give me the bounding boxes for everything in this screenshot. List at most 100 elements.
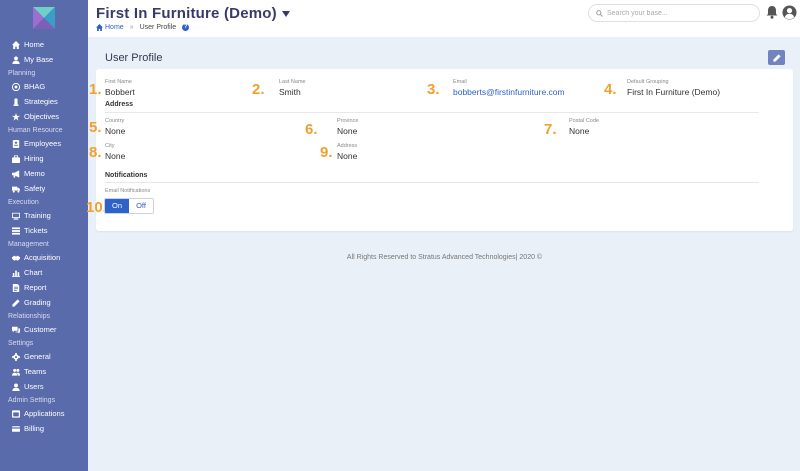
sidebar-section-label: Settings <box>8 340 34 347</box>
postal-code-label: Postal Code <box>569 118 599 124</box>
sidebar-item-chart[interactable]: Chart <box>0 265 88 280</box>
sidebar-item-label: Hiring <box>24 154 44 163</box>
sidebar-item-objectives[interactable]: Objectives <box>0 109 88 124</box>
sidebar-item-label: My Base <box>24 55 54 64</box>
sidebar-item-label: Grading <box>24 298 51 307</box>
last-name-label: Last Name <box>279 79 306 85</box>
sidebar-item-bhag[interactable]: BHAG <box>0 79 88 94</box>
city-value: None <box>105 151 126 161</box>
sidebar-item-memo[interactable]: Memo <box>0 166 88 181</box>
sidebar-item-acquisition[interactable]: Acquisition <box>0 250 88 265</box>
top-header: First In Furniture (Demo) Home » User Pr… <box>88 0 800 37</box>
marker-last-name: 2. <box>252 81 265 98</box>
address-heading: Address <box>105 101 134 108</box>
sidebar-item-training[interactable]: Training <box>0 208 88 223</box>
sidebar-item-hiring[interactable]: Hiring <box>0 151 88 166</box>
sidebar-section-label: Execution <box>8 199 39 206</box>
help-icon[interactable]: ? <box>182 24 190 31</box>
sidebar-item-grading[interactable]: Grading <box>0 295 88 310</box>
report-icon <box>11 283 21 293</box>
home-icon <box>11 40 21 50</box>
footer-text: All Rights Reserved to Stratus Advanced … <box>346 254 543 261</box>
postal-code-value: None <box>569 126 590 136</box>
gear-icon <box>11 352 21 362</box>
marker-address: 9. <box>320 144 333 161</box>
sidebar-item-employees[interactable]: Employees <box>0 136 88 151</box>
marker-country: 5. <box>89 119 102 136</box>
users-icon <box>11 367 21 377</box>
sidebar-item-label: Strategies <box>24 97 58 106</box>
search-input[interactable] <box>607 9 747 17</box>
marker-first-name: 1. <box>89 81 102 98</box>
sidebar-section-label: Relationships <box>8 313 51 320</box>
search-box[interactable] <box>588 4 760 22</box>
sidebar-item-label: Safety <box>24 184 46 193</box>
sidebar-item-report[interactable]: Report <box>0 280 88 295</box>
province-value: None <box>337 126 358 136</box>
edit-profile-button[interactable] <box>768 50 785 65</box>
user-icon <box>11 382 21 392</box>
chart-icon <box>11 268 21 278</box>
sidebar-item-users[interactable]: Users <box>0 379 88 394</box>
comments-icon <box>11 325 21 335</box>
sidebar-item-my-base[interactable]: My Base <box>0 52 88 67</box>
sidebar-item-teams[interactable]: Teams <box>0 364 88 379</box>
last-name-value: Smith <box>279 87 301 97</box>
sidebar-item-label: Tickets <box>24 226 48 235</box>
sidebar-section-label: Management <box>8 241 49 248</box>
first-name-value: Bobbert <box>105 87 135 97</box>
sidebar-item-label: Customer <box>24 325 57 334</box>
sidebar-nav: Home My Base Planning BHAG Strategies Objecti… <box>0 37 88 436</box>
notifications-on-button[interactable]: On <box>105 199 129 213</box>
sidebar-item-label: Acquisition <box>24 253 61 262</box>
address-label: Address <box>337 143 358 149</box>
email-label: Email <box>453 79 467 85</box>
divider <box>105 112 759 113</box>
email-notifications-label: Email Notifications <box>105 188 151 194</box>
sidebar-item-label: Memo <box>24 169 45 178</box>
briefcase-icon <box>11 154 21 164</box>
sidebar-item-customer[interactable]: Customer <box>0 322 88 337</box>
bell-icon[interactable] <box>765 5 779 19</box>
country-label: Country <box>105 118 125 124</box>
sidebar-item-label: Home <box>24 40 45 49</box>
sidebar-item-label: Training <box>24 211 51 220</box>
divider <box>105 182 759 183</box>
breadcrumb-home[interactable]: Home <box>96 24 124 31</box>
user-icon <box>11 55 21 65</box>
profile-card: 1. First Name Bobbert 2. Last Name Smith… <box>86 69 793 231</box>
base-title: First In Furniture (Demo) <box>96 5 277 22</box>
handshake-icon <box>11 253 21 263</box>
sidebar-section-label: Planning <box>8 70 36 77</box>
sidebar-item-label: General <box>24 352 51 361</box>
target-icon <box>11 82 21 92</box>
sidebar-item-strategies[interactable]: Strategies <box>0 94 88 109</box>
sidebar-item-safety[interactable]: Safety <box>0 181 88 196</box>
sidebar-section-label: Admin Settings <box>8 397 56 404</box>
megaphone-icon <box>11 169 21 179</box>
page-title: User Profile <box>105 52 163 64</box>
email-link[interactable]: bobberts@firstinfurniture.com <box>453 87 565 97</box>
sidebar-item-home[interactable]: Home <box>0 37 88 52</box>
app-logo[interactable] <box>33 7 55 29</box>
breadcrumb-current: User Profile <box>139 24 177 31</box>
province-label: Province <box>337 118 359 124</box>
sidebar: Home My Base Planning BHAG Strategies Objecti… <box>0 0 88 471</box>
base-switcher[interactable]: First In Furniture (Demo) <box>96 5 290 22</box>
marker-city: 8. <box>89 144 102 161</box>
chess-icon <box>11 97 21 107</box>
sidebar-item-billing[interactable]: Billing <box>0 421 88 436</box>
marker-email: 3. <box>427 81 440 98</box>
sidebar-item-applications[interactable]: Applications <box>0 406 88 421</box>
sidebar-item-general[interactable]: General <box>0 349 88 364</box>
marker-province: 6. <box>305 121 318 138</box>
sidebar-item-tickets[interactable]: Tickets <box>0 223 88 238</box>
first-name-label: First Name <box>105 79 132 85</box>
notifications-off-button[interactable]: Off <box>129 199 153 213</box>
email-notifications-toggle[interactable]: On Off <box>104 198 154 214</box>
avatar-icon[interactable] <box>782 5 797 20</box>
chevron-down-icon <box>281 10 290 17</box>
sidebar-item-label: Users <box>24 382 44 391</box>
sidebar-item-label: Billing <box>24 424 45 433</box>
default-grouping-label: Default Grouping <box>627 79 669 85</box>
